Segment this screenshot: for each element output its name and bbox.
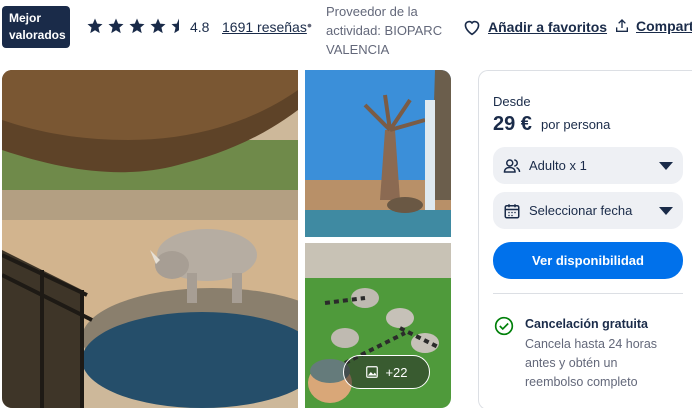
badge-line-2: valorados — [9, 28, 66, 42]
star-icon — [108, 18, 124, 34]
rating-stars — [86, 17, 188, 35]
star-icon — [87, 18, 103, 34]
booking-card: Desde 29 € por persona Adulto x 1 Selecc… — [478, 70, 692, 408]
provider-line-2: actividad: BIOPARC — [326, 23, 443, 38]
date-select[interactable]: Seleccionar fecha — [493, 192, 683, 229]
reviews-link[interactable]: 1691 reseñas — [222, 19, 307, 35]
favorites-label: Añadir a favoritos — [488, 19, 608, 35]
divider — [493, 293, 683, 294]
photo-rhino[interactable] — [2, 70, 298, 408]
photo-baobab[interactable] — [305, 70, 451, 237]
share-button[interactable]: Compartir — [614, 18, 692, 34]
more-photos-button[interactable]: +22 — [343, 355, 430, 389]
star-icon — [150, 18, 166, 34]
provider-info: Proveedor de la actividad: BIOPARC VALEN… — [326, 2, 456, 59]
half-star-icon — [171, 18, 179, 34]
provider-line-3: VALENCIA — [326, 42, 390, 57]
chevron-down-icon — [659, 206, 673, 215]
separator-dot: • — [307, 17, 312, 33]
from-label: Desde — [493, 94, 531, 109]
more-photos-count: +22 — [385, 364, 408, 380]
free-cancellation-title: Cancelación gratuita — [525, 317, 648, 331]
rhino-scene-image — [2, 70, 298, 408]
check-circle-icon — [494, 316, 514, 336]
provider-line-1: Proveedor de la — [326, 4, 418, 19]
share-icon — [616, 19, 628, 32]
participants-label: Adulto x 1 — [529, 158, 587, 173]
price-value: 29 € — [493, 113, 532, 135]
rating-value: 4.8 — [190, 19, 210, 35]
top-rated-badge: Mejor valorados — [2, 6, 70, 48]
star-icon — [129, 18, 145, 34]
calendar-icon — [504, 203, 520, 218]
image-icon — [366, 366, 379, 378]
users-icon — [503, 158, 521, 173]
per-person-label: por persona — [541, 117, 611, 132]
free-cancellation-description: Cancela hasta 24 horas antes y obtén un … — [525, 337, 658, 389]
share-label: Compartir — [636, 18, 692, 34]
heart-icon — [464, 20, 480, 36]
date-label: Seleccionar fecha — [529, 203, 633, 218]
check-availability-button[interactable]: Ver disponibilidad — [493, 242, 683, 279]
badge-line-1: Mejor — [9, 11, 42, 25]
participants-select[interactable]: Adulto x 1 — [493, 147, 683, 184]
add-to-favorites-button[interactable]: Añadir a favoritos — [462, 18, 607, 36]
chevron-down-icon — [659, 161, 673, 170]
baobab-scene-image — [305, 70, 451, 237]
